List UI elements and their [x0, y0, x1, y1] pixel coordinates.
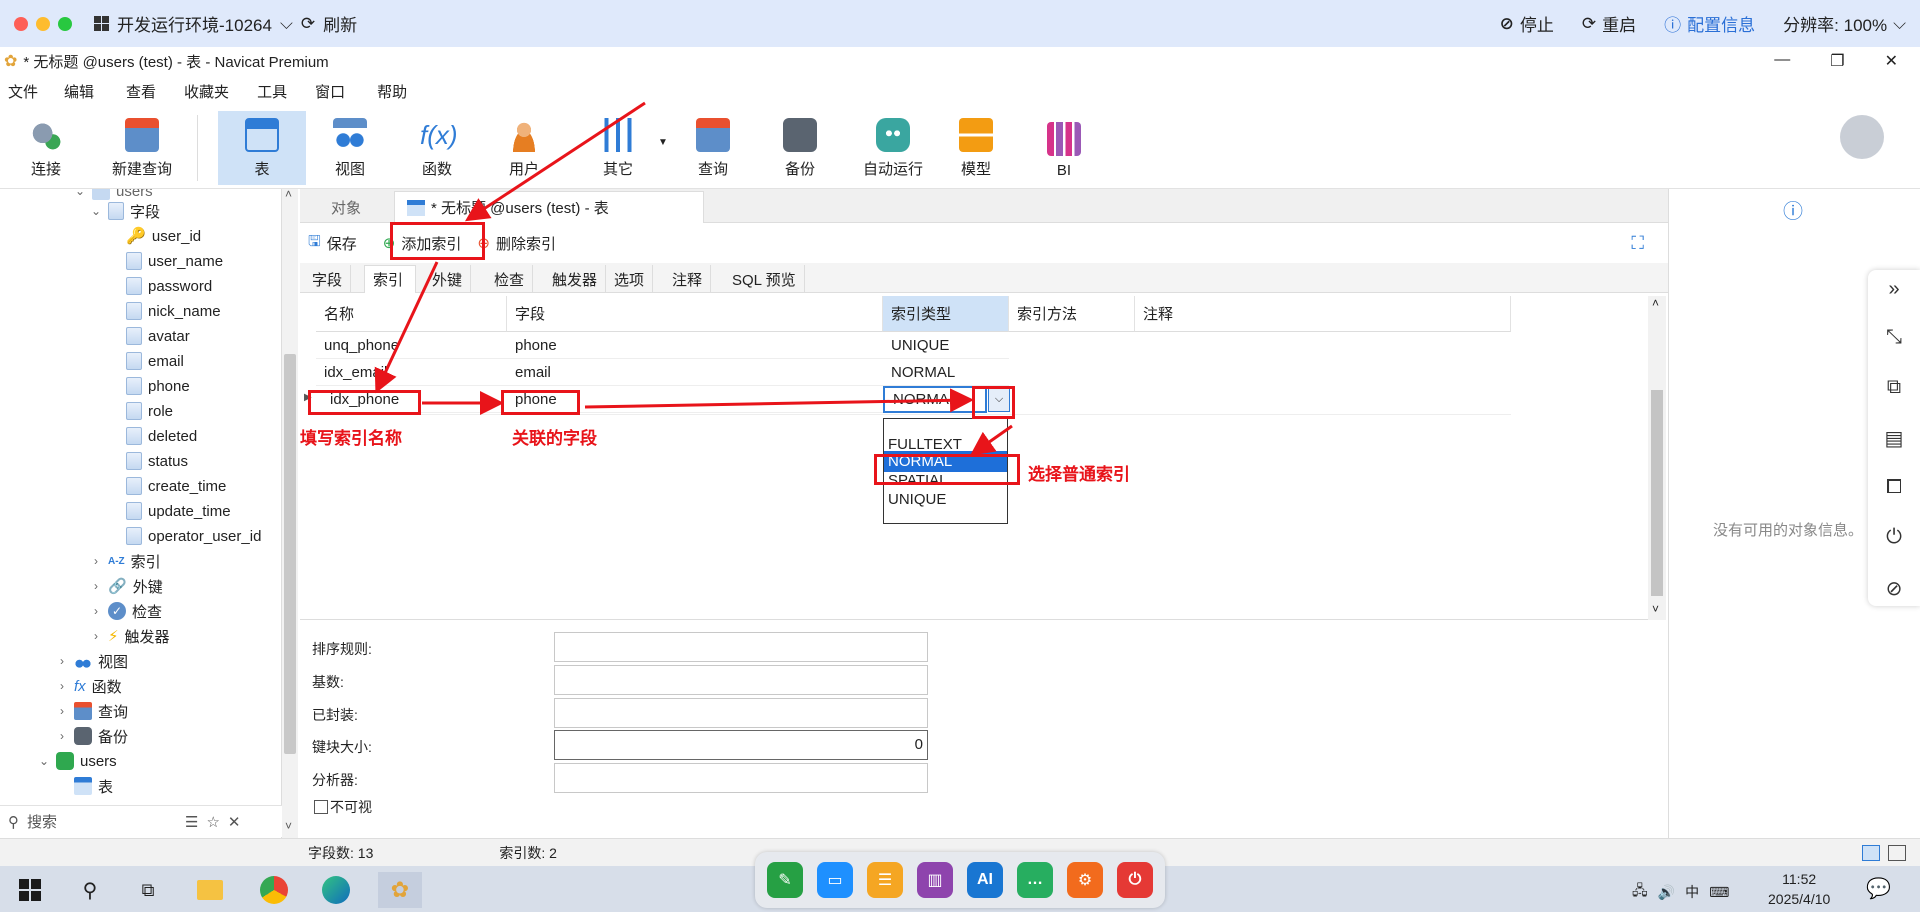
chat-app-icon[interactable]: …: [1017, 862, 1053, 898]
system-tray: 🖧 🔊 中 ⌨: [1632, 880, 1729, 904]
arrow-to-name: [374, 261, 439, 394]
monitor-app-icon[interactable]: ▭: [817, 862, 853, 898]
task-view-icon[interactable]: ⧉: [130, 872, 166, 908]
clock[interactable]: 11:52 2025/4/10: [1768, 869, 1830, 909]
chrome-icon[interactable]: [256, 872, 292, 908]
sign-app-icon[interactable]: ✎: [767, 862, 803, 898]
navicat-taskbar-icon[interactable]: ✿: [378, 872, 422, 908]
search-icon[interactable]: ⚲: [72, 872, 108, 908]
notification-icon[interactable]: 💬: [1866, 876, 1891, 901]
settings-app-icon[interactable]: ⚙: [1067, 862, 1103, 898]
network-icon[interactable]: 🖧: [1632, 880, 1648, 904]
ai-app-icon[interactable]: AI: [967, 862, 1003, 898]
file-explorer-icon[interactable]: [192, 872, 228, 908]
book-app-icon[interactable]: ▥: [917, 862, 953, 898]
app-dock: ✎ ▭ ☰ ▥ AI … ⚙ ⏻: [755, 852, 1165, 908]
arrow-to-normal: [970, 424, 1013, 456]
annotation-arrows: [374, 101, 1013, 456]
edge-icon[interactable]: [318, 872, 354, 908]
clock-time: 11:52: [1782, 871, 1817, 887]
arrow-to-add-index: [464, 101, 646, 222]
power-app-icon[interactable]: ⏻: [1117, 862, 1153, 898]
keyboard-icon[interactable]: ⌨: [1709, 884, 1729, 901]
windows-start-icon[interactable]: [12, 872, 48, 908]
ime-indicator[interactable]: 中: [1685, 882, 1699, 902]
volume-icon[interactable]: 🔊: [1658, 884, 1675, 901]
storage-app-icon[interactable]: ☰: [867, 862, 903, 898]
arrow-to-dropdown: [584, 388, 974, 413]
clock-date: 2025/4/10: [1768, 891, 1831, 907]
